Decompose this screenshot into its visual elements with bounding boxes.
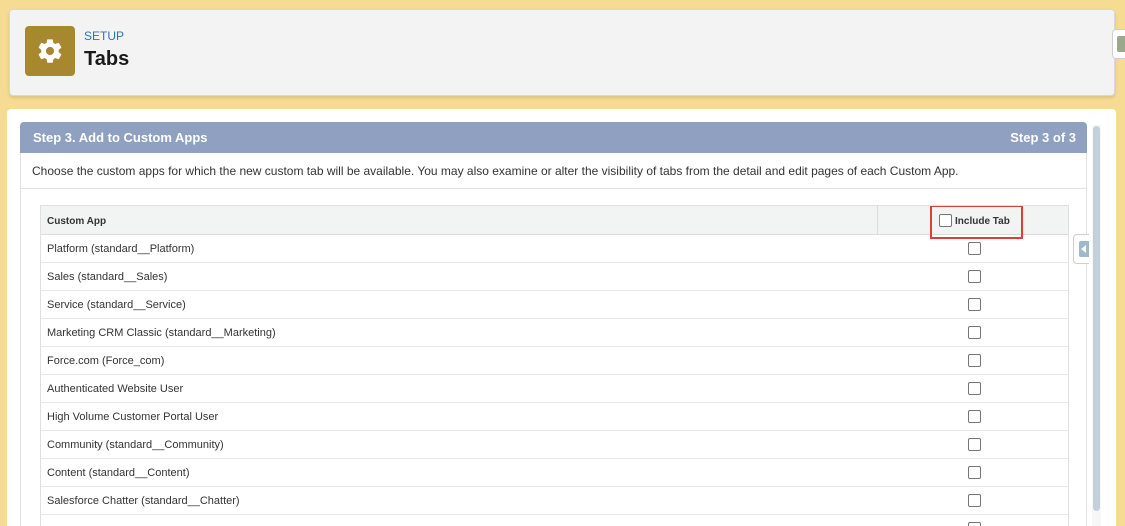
app-name: Community (standard__Community) xyxy=(47,439,224,451)
include-tab-checkbox[interactable] xyxy=(968,298,981,311)
column-divider xyxy=(877,206,878,235)
include-tab-checkbox[interactable] xyxy=(968,382,981,395)
app-name: Authenticated Website User xyxy=(47,383,184,395)
table-row: Platform (standard__Platform) xyxy=(41,235,1068,263)
table-row xyxy=(41,515,1068,526)
app-name: Content (standard__Content) xyxy=(47,467,190,479)
table-row: Marketing CRM Classic (standard__Marketi… xyxy=(41,319,1068,347)
custom-apps-table: Custom App Include Tab Platform (standar… xyxy=(40,205,1069,526)
table-row: Salesforce Chatter (standard__Chatter) xyxy=(41,487,1068,515)
app-name: Sales (standard__Sales) xyxy=(47,271,168,283)
include-tab-checkbox[interactable] xyxy=(968,354,981,367)
page-header: SETUP Tabs xyxy=(9,9,1115,96)
include-tab-checkbox[interactable] xyxy=(968,242,981,255)
table-body: Platform (standard__Platform) Sales (sta… xyxy=(41,235,1068,526)
include-tab-checkbox[interactable] xyxy=(968,410,981,423)
include-tab-checkbox[interactable] xyxy=(968,270,981,283)
table-row: Force.com (Force_com) xyxy=(41,347,1068,375)
scrollbar-thumb[interactable] xyxy=(1093,126,1100,511)
include-tab-checkbox[interactable] xyxy=(968,466,981,479)
include-tab-checkbox[interactable] xyxy=(968,522,981,526)
table-row: Sales (standard__Sales) xyxy=(41,263,1068,291)
step-title: Step 3. Add to Custom Apps xyxy=(33,130,208,145)
step-counter: Step 3 of 3 xyxy=(1010,130,1076,145)
collapse-handle[interactable] xyxy=(1073,234,1089,264)
page-title: Tabs xyxy=(84,48,130,70)
include-tab-checkbox[interactable] xyxy=(968,438,981,451)
table-row: High Volume Customer Portal User xyxy=(41,403,1068,431)
app-name: Salesforce Chatter (standard__Chatter) xyxy=(47,495,240,507)
table-row: Service (standard__Service) xyxy=(41,291,1068,319)
chevron-left-icon xyxy=(1079,241,1089,257)
app-name: High Volume Customer Portal User xyxy=(47,411,219,423)
table-row: Content (standard__Content) xyxy=(41,459,1068,487)
step-header: Step 3. Add to Custom Apps Step 3 of 3 xyxy=(20,122,1087,153)
app-name: Force.com (Force_com) xyxy=(47,355,165,367)
table-header: Custom App Include Tab xyxy=(41,206,1068,235)
include-tab-highlight xyxy=(930,206,1023,239)
gear-icon xyxy=(25,26,75,76)
table-row: Authenticated Website User xyxy=(41,375,1068,403)
column-header-custom-app: Custom App xyxy=(47,216,107,227)
breadcrumb[interactable]: SETUP xyxy=(84,29,124,43)
app-name: Marketing CRM Classic (standard__Marketi… xyxy=(47,327,276,339)
app-name: Service (standard__Service) xyxy=(47,299,186,311)
include-tab-checkbox[interactable] xyxy=(968,494,981,507)
include-tab-checkbox[interactable] xyxy=(968,326,981,339)
collapse-arrow-icon xyxy=(1117,36,1125,52)
app-name: Platform (standard__Platform) xyxy=(47,243,195,255)
table-row: Community (standard__Community) xyxy=(41,431,1068,459)
collapse-handle-top[interactable] xyxy=(1112,29,1125,59)
step-description: Choose the custom apps for which the new… xyxy=(20,153,1087,189)
